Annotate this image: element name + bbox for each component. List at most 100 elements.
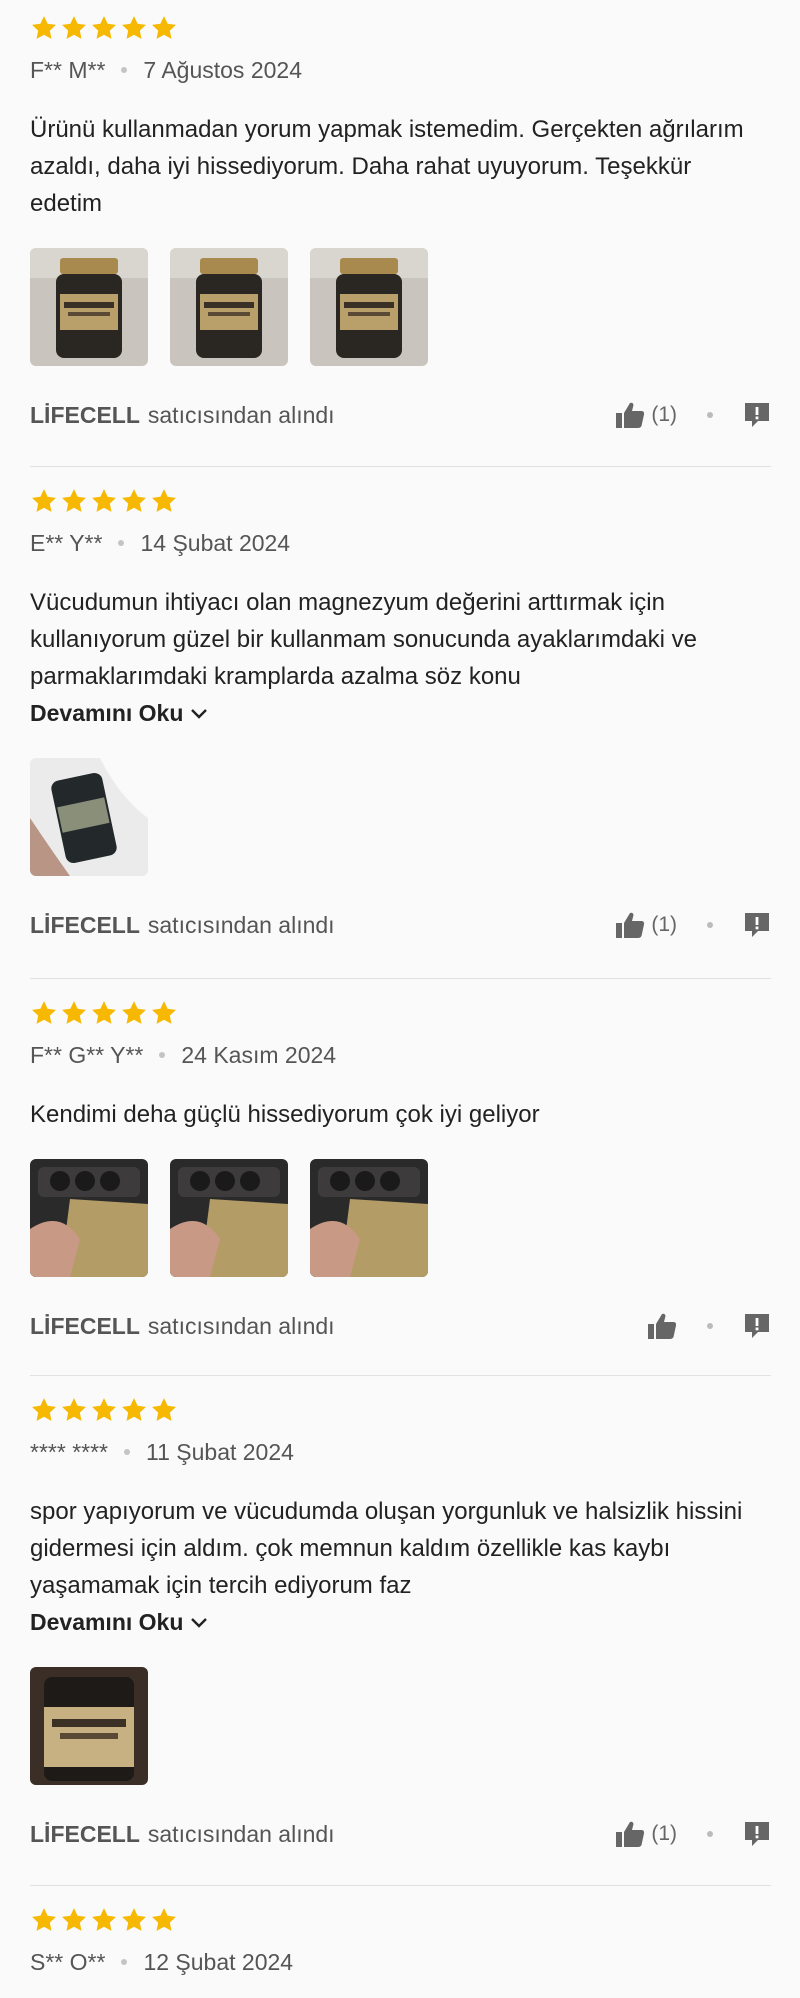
seller-name: LİFECELL <box>30 1820 140 1847</box>
product-photo <box>310 248 428 366</box>
review-text: Vücudumun ihtiyacı olan magnezyum değeri… <box>30 584 771 695</box>
product-photo <box>30 1159 148 1277</box>
report-button[interactable] <box>743 911 771 939</box>
separator-dot <box>707 412 713 418</box>
thumbs-up-icon <box>615 401 645 429</box>
review-image-thumbnail[interactable] <box>30 248 148 366</box>
star-icon <box>30 999 58 1027</box>
separator-dot <box>118 540 125 546</box>
review-image-thumbnail[interactable] <box>170 248 288 366</box>
like-button[interactable]: (1) <box>615 911 677 939</box>
star-icon <box>90 487 118 515</box>
product-photo <box>30 248 148 366</box>
review-image-thumbnail[interactable] <box>310 248 428 366</box>
separator-dot <box>707 922 713 928</box>
read-more-label: Devamını Oku <box>30 1609 184 1635</box>
report-button[interactable] <box>743 1312 771 1340</box>
review-text-line: parmaklarımdaki kramplarda azalma söz ko… <box>30 663 521 690</box>
review-date: 24 Kasım 2024 <box>181 1041 337 1068</box>
star-icon <box>90 999 118 1027</box>
review-card: F** G** Y** 24 Kasım 2024 Kendimi deha g… <box>30 998 771 1341</box>
review-text-line: azaldı, daha iyi hissediyorum. Daha raha… <box>30 153 692 180</box>
star-icon <box>120 14 148 42</box>
separator-dot <box>121 67 128 73</box>
read-more-link[interactable]: Devamını Oku <box>30 695 771 732</box>
thumbs-up-icon <box>647 1312 677 1340</box>
star-icon <box>120 1906 148 1934</box>
report-button[interactable] <box>743 401 771 429</box>
review-text-line: gidermesi için aldım. çok memnun kaldım … <box>30 1535 671 1562</box>
separator-dot <box>707 1323 713 1329</box>
like-button[interactable] <box>647 1312 677 1340</box>
separator-dot <box>124 1449 130 1455</box>
star-icon <box>90 14 118 42</box>
separator-dot <box>121 1959 128 1965</box>
star-icon <box>120 999 148 1027</box>
review-text-line: Vücudumun ihtiyacı olan magnezyum değeri… <box>30 589 665 616</box>
like-button[interactable]: (1) <box>615 1820 677 1848</box>
review-divider <box>30 1885 771 1886</box>
review-image-thumbnail[interactable] <box>170 1159 288 1277</box>
star-rating <box>30 13 771 43</box>
separator-dot <box>707 1831 713 1837</box>
chevron-down-icon <box>189 704 209 724</box>
review-image-thumbnail[interactable] <box>30 1667 148 1785</box>
review-footer: LİFECELL satıcısından alındı <box>30 1311 771 1341</box>
product-photo <box>170 248 288 366</box>
star-icon <box>150 14 178 42</box>
review-image-thumbnail[interactable] <box>30 1159 148 1277</box>
seller-name: LİFECELL <box>30 911 140 938</box>
review-meta: F** M** 7 Ağustos 2024 <box>30 55 771 85</box>
star-rating <box>30 1905 771 1935</box>
review-text-line: Kendimi deha güçlü hissediyorum çok iyi … <box>30 1101 540 1128</box>
review-meta: S** O** 12 Şubat 2024 <box>30 1947 771 1977</box>
review-divider <box>30 1375 771 1376</box>
star-icon <box>60 487 88 515</box>
review-text: Kendimi deha güçlü hissediyorum çok iyi … <box>30 1096 771 1133</box>
product-photo <box>30 758 148 876</box>
report-icon <box>743 1312 771 1340</box>
review-text-line: Ürünü kullanmadan yorum yapmak istemedim… <box>30 116 744 143</box>
review-images <box>30 1667 771 1785</box>
like-count: (1) <box>651 403 677 426</box>
report-icon <box>743 401 771 429</box>
star-icon <box>150 999 178 1027</box>
star-icon <box>150 1906 178 1934</box>
seller-name: LİFECELL <box>30 401 140 428</box>
review-meta: E** Y** 14 Şubat 2024 <box>30 528 771 558</box>
review-text-line: yaşamamak için tercih ediyorum faz <box>30 1572 412 1599</box>
star-icon <box>150 1396 178 1424</box>
review-date: 7 Ağustos 2024 <box>143 56 302 83</box>
star-icon <box>120 487 148 515</box>
review-footer: LİFECELL satıcısından alındı (1) <box>30 910 771 940</box>
review-date: 14 Şubat 2024 <box>140 529 291 556</box>
report-button[interactable] <box>743 1820 771 1848</box>
review-author: E** Y** <box>30 529 103 556</box>
star-icon <box>120 1396 148 1424</box>
review-image-thumbnail[interactable] <box>30 758 148 876</box>
review-author: F** G** Y** <box>30 1041 144 1068</box>
review-divider <box>30 466 771 467</box>
like-button[interactable]: (1) <box>615 401 677 429</box>
seller-suffix: satıcısından alındı <box>147 1312 335 1339</box>
review-image-thumbnail[interactable] <box>310 1159 428 1277</box>
read-more-link[interactable]: Devamını Oku <box>30 1604 771 1641</box>
star-rating <box>30 998 771 1028</box>
chevron-down-icon <box>189 1613 209 1633</box>
review-author: S** O** <box>30 1948 106 1975</box>
review-author: **** **** <box>30 1438 108 1465</box>
review-images <box>30 248 771 366</box>
review-date: 11 Şubat 2024 <box>146 1438 294 1465</box>
review-text: Ürünü kullanmadan yorum yapmak istemedim… <box>30 111 771 222</box>
review-author: F** M** <box>30 56 106 83</box>
thumbs-up-icon <box>615 911 645 939</box>
read-more-label: Devamını Oku <box>30 700 184 726</box>
review-footer: LİFECELL satıcısından alındı (1) <box>30 400 771 430</box>
review-footer: LİFECELL satıcısından alındı (1) <box>30 1819 771 1849</box>
star-icon <box>150 487 178 515</box>
product-photo <box>170 1159 288 1277</box>
star-rating <box>30 1395 771 1425</box>
thumbs-up-icon <box>615 1820 645 1848</box>
review-text: spor yapıyorum ve vücudumda oluşan yorgu… <box>30 1493 771 1604</box>
seller-name: LİFECELL <box>30 1312 140 1339</box>
